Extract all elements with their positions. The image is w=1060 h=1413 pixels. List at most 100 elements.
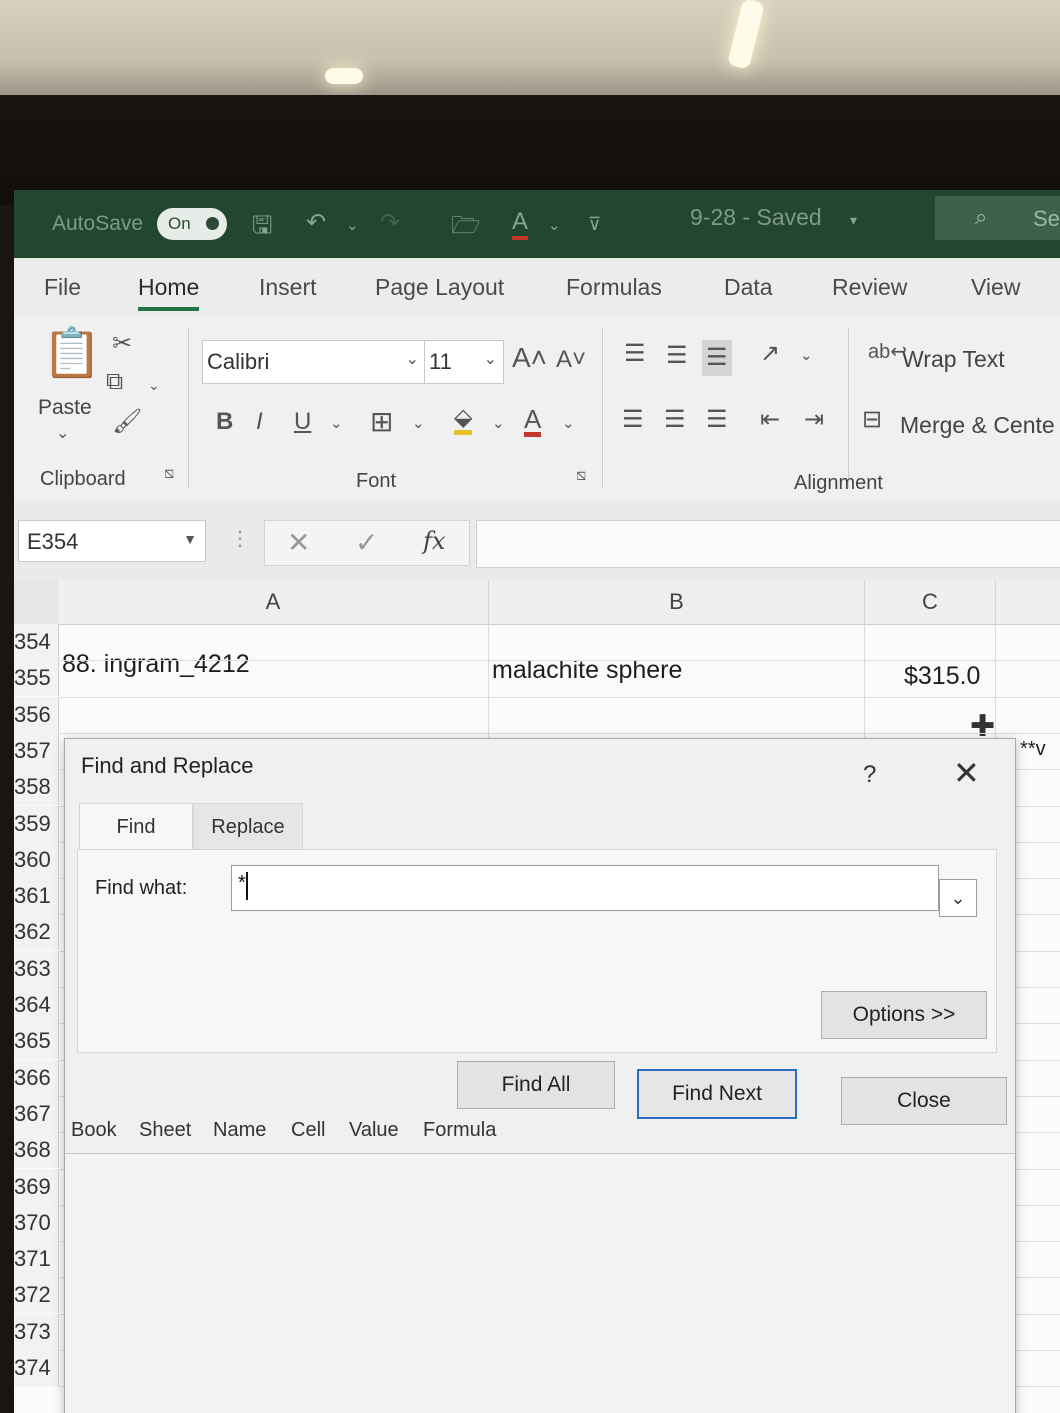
fill-color-icon[interactable]: ⬙	[454, 406, 473, 435]
row-header[interactable]: 358	[14, 769, 59, 806]
align-right-icon[interactable]: ☰	[706, 408, 728, 432]
row-header[interactable]: 368	[14, 1132, 59, 1169]
font-launcher-icon[interactable]: ⧅	[576, 468, 586, 484]
column-header-b[interactable]: B	[489, 580, 865, 625]
results-col-value[interactable]: Value	[349, 1119, 399, 1142]
name-box[interactable]: E354 ▼	[18, 520, 206, 562]
results-col-book[interactable]: Book	[71, 1119, 117, 1142]
row-header[interactable]: 362	[14, 914, 59, 951]
document-title[interactable]: 9-28 - Saved	[690, 204, 822, 231]
results-col-sheet[interactable]: Sheet	[139, 1119, 191, 1142]
font-name-select[interactable]: Calibri ⌄	[202, 340, 426, 384]
row-header[interactable]: 371	[14, 1241, 59, 1278]
row-header[interactable]: 366	[14, 1059, 59, 1096]
underline-button[interactable]: U	[294, 410, 311, 434]
column-header-c[interactable]: C	[865, 580, 996, 625]
tab-page-layout[interactable]: Page Layout	[375, 274, 504, 301]
save-icon[interactable]: 🖫	[252, 208, 272, 249]
results-col-name[interactable]: Name	[213, 1119, 266, 1142]
row-header[interactable]: 373	[14, 1313, 59, 1350]
results-col-formula[interactable]: Formula	[423, 1119, 496, 1142]
tab-view[interactable]: View	[971, 274, 1020, 301]
decrease-indent-icon[interactable]: ⇤	[760, 408, 780, 432]
tab-home[interactable]: Home	[138, 274, 200, 311]
row-header[interactable]: 361	[14, 878, 59, 915]
results-col-cell[interactable]: Cell	[291, 1119, 325, 1142]
row-header[interactable]: 369	[14, 1168, 59, 1205]
column-header-d[interactable]	[996, 580, 1060, 625]
tab-formulas[interactable]: Formulas	[566, 274, 662, 301]
align-top-icon[interactable]: ☰	[624, 342, 646, 366]
options-button[interactable]: Options >>	[821, 991, 987, 1039]
formula-input[interactable]	[476, 520, 1060, 568]
row-header[interactable]: 355	[14, 660, 59, 697]
copy-dropdown-icon[interactable]: ⌄	[148, 378, 160, 392]
more-options-icon[interactable]: ⋮	[230, 528, 250, 548]
fill-color-dropdown-icon[interactable]: ⌄	[492, 416, 505, 431]
font-color-dropdown-icon[interactable]: ⌄	[548, 216, 561, 234]
italic-button[interactable]: I	[256, 410, 263, 434]
cancel-entry-icon[interactable]: ✕	[287, 529, 310, 557]
tab-find[interactable]: Find	[79, 803, 193, 850]
select-all-corner[interactable]	[14, 580, 59, 625]
insert-function-icon[interactable]: fx	[423, 529, 445, 553]
undo-dropdown-icon[interactable]: ⌄	[346, 216, 359, 234]
tab-insert[interactable]: Insert	[259, 274, 317, 301]
find-what-input[interactable]: *	[231, 865, 939, 911]
tab-file[interactable]: File	[44, 274, 81, 301]
paste-icon[interactable]: 📋	[42, 330, 102, 378]
row-header[interactable]: 363	[14, 950, 59, 987]
help-button[interactable]: ?	[863, 761, 876, 789]
font-color-dropdown-icon[interactable]: ⌄	[562, 416, 575, 431]
open-folder-icon[interactable]: 🗁	[451, 208, 481, 249]
redo-icon[interactable]: ↷	[380, 208, 400, 237]
font-size-select[interactable]: 11 ⌄	[424, 340, 504, 384]
row-header[interactable]: 364	[14, 987, 59, 1023]
align-bottom-icon[interactable]: ☰	[702, 340, 732, 376]
increase-font-icon[interactable]: A˄	[512, 344, 547, 372]
row-header[interactable]: 356	[14, 696, 59, 733]
tab-replace[interactable]: Replace	[193, 803, 303, 851]
format-painter-icon[interactable]: 🖌	[112, 410, 142, 434]
undo-icon[interactable]: ↶	[306, 208, 326, 237]
paste-dropdown-icon[interactable]: ⌄	[56, 426, 69, 442]
results-list[interactable]	[65, 1154, 1015, 1413]
copy-icon[interactable]: ⧉	[106, 370, 123, 394]
cell-c355[interactable]: $315.0	[904, 662, 980, 691]
row-header[interactable]: 374	[14, 1350, 59, 1386]
merge-center-button[interactable]: Merge & Cente	[900, 412, 1055, 439]
align-middle-icon[interactable]: ☰	[666, 344, 688, 368]
bold-button[interactable]: B	[216, 410, 233, 434]
wrap-text-button[interactable]: Wrap Text	[902, 346, 1005, 373]
partial-cell-text[interactable]: **v	[1020, 738, 1046, 761]
row-header[interactable]: 372	[14, 1277, 59, 1314]
row-header[interactable]: 360	[14, 841, 59, 878]
merge-center-icon[interactable]: ⊟	[862, 408, 882, 432]
decrease-font-icon[interactable]: A˅	[556, 348, 586, 372]
tab-data[interactable]: Data	[724, 274, 773, 301]
font-color-qat-icon[interactable]: A	[512, 208, 529, 240]
autosave-toggle[interactable]: On	[157, 208, 227, 240]
find-history-dropdown[interactable]: ⌄	[939, 879, 977, 917]
row-header[interactable]: 370	[14, 1204, 59, 1241]
font-color-icon[interactable]: A	[524, 406, 542, 437]
orientation-dropdown-icon[interactable]: ⌄	[800, 348, 813, 363]
row-header[interactable]: 359	[14, 805, 59, 842]
cell-a355[interactable]: 88. ingram_4212	[62, 650, 250, 679]
find-all-button[interactable]: Find All	[457, 1061, 615, 1109]
cut-icon[interactable]: ✂	[112, 332, 132, 356]
row-header[interactable]: 365	[14, 1023, 59, 1060]
paste-label[interactable]: Paste	[38, 396, 92, 420]
row-header[interactable]: 354	[14, 624, 59, 660]
customize-qat-icon[interactable]: ⊽	[588, 214, 601, 235]
row-header[interactable]: 357	[14, 732, 59, 769]
borders-icon[interactable]: ⊞	[370, 408, 393, 436]
search-box[interactable]: ⌕ Se	[935, 196, 1060, 240]
tab-review[interactable]: Review	[832, 274, 907, 301]
align-left-icon[interactable]: ☰	[622, 408, 644, 432]
close-icon[interactable]: ✕	[953, 757, 980, 789]
borders-dropdown-icon[interactable]: ⌄	[412, 416, 425, 431]
orientation-icon[interactable]: ↗	[760, 342, 780, 366]
column-header-a[interactable]: A	[58, 580, 489, 625]
align-center-icon[interactable]: ☰	[664, 408, 686, 432]
